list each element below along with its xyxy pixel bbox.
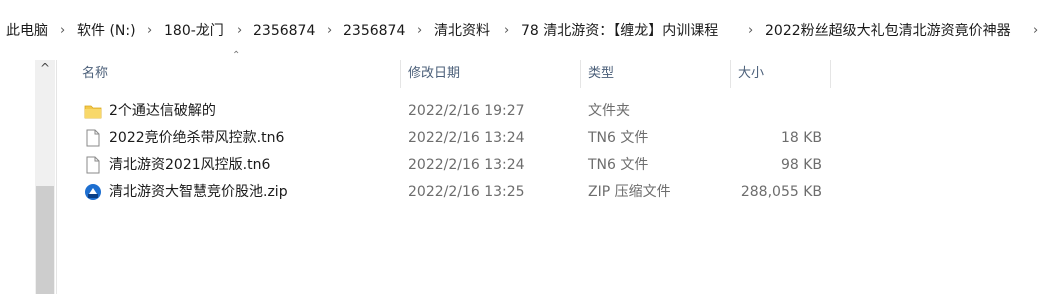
breadcrumb-item-folder[interactable]: 2356874 <box>253 20 315 42</box>
chevron-right-icon[interactable]: › <box>60 20 65 42</box>
file-name: 2022竞价绝杀带风控款.tn6 <box>109 130 285 146</box>
column-header-size[interactable]: 大小 <box>738 60 828 88</box>
file-date: 2022/2/16 13:24 <box>408 157 525 173</box>
zip-icon <box>85 184 101 200</box>
scroll-up-icon[interactable]: ^ <box>35 60 55 78</box>
column-divider[interactable] <box>730 60 731 88</box>
breadcrumb: 此电脑 › 软件 (N:) › 180-龙门 › 2356874 › 23568… <box>0 0 1047 60</box>
chevron-right-icon[interactable]: › <box>237 20 242 42</box>
file-row[interactable]: 2022竞价绝杀带风控款.tn6 2022/2/16 13:24 TN6 文件 … <box>80 125 832 152</box>
folder-icon <box>84 105 102 119</box>
breadcrumb-item-folder[interactable]: 清北资料 <box>434 20 490 42</box>
file-name: 清北游资2021风控版.tn6 <box>109 157 271 173</box>
breadcrumb-item-drive[interactable]: 软件 (N:) <box>77 20 136 42</box>
pane-divider[interactable] <box>56 60 57 294</box>
file-date: 2022/2/16 13:24 <box>408 130 525 146</box>
breadcrumb-item-folder[interactable]: 180-龙门 <box>164 20 224 42</box>
column-divider[interactable] <box>580 60 581 88</box>
column-header-date[interactable]: 修改日期 <box>408 60 578 88</box>
file-size: 98 KB <box>780 157 822 173</box>
breadcrumb-item-folder[interactable]: 78 清北游资：【缠龙】内训课程 <box>521 20 718 42</box>
chevron-right-icon[interactable]: › <box>327 20 332 42</box>
chevron-right-icon[interactable]: › <box>417 20 422 42</box>
file-name: 2个通达信破解的 <box>109 103 216 119</box>
column-divider[interactable] <box>400 60 401 88</box>
column-header-type[interactable]: 类型 <box>588 60 728 88</box>
chevron-right-icon[interactable]: › <box>504 20 509 42</box>
chevron-right-icon[interactable]: › <box>1033 20 1038 42</box>
file-type: 文件夹 <box>588 103 630 119</box>
file-date: 2022/2/16 19:27 <box>408 103 525 119</box>
file-size <box>738 98 822 125</box>
file-name: 清北游资大智慧竞价股池.zip <box>109 184 288 200</box>
file-type: ZIP 压缩文件 <box>588 184 671 200</box>
file-row[interactable]: 清北游资大智慧竞价股池.zip 2022/2/16 13:25 ZIP 压缩文件… <box>80 179 832 206</box>
scroll-thumb[interactable] <box>36 186 54 294</box>
file-icon <box>86 129 100 147</box>
file-size: 18 KB <box>780 130 822 146</box>
file-date: 2022/2/16 13:25 <box>408 184 525 200</box>
column-header-name[interactable]: 名称 <box>82 60 400 88</box>
breadcrumb-item-current[interactable]: 2022粉丝超级大礼包清北游资竟价神器 <box>765 20 1011 42</box>
chevron-right-icon[interactable]: › <box>748 20 753 42</box>
file-type: TN6 文件 <box>588 130 649 146</box>
column-divider[interactable] <box>830 60 831 88</box>
file-row[interactable]: 2个通达信破解的 2022/2/16 19:27 文件夹 <box>80 98 832 125</box>
chevron-right-icon[interactable]: › <box>147 20 152 42</box>
file-type: TN6 文件 <box>588 157 649 173</box>
file-icon <box>86 156 100 174</box>
breadcrumb-item-folder[interactable]: 2356874 <box>343 20 405 42</box>
file-size: 288,055 KB <box>740 184 822 200</box>
breadcrumb-item-this-pc[interactable]: 此电脑 <box>6 20 48 42</box>
file-row[interactable]: 清北游资2021风控版.tn6 2022/2/16 13:24 TN6 文件 9… <box>80 152 832 179</box>
